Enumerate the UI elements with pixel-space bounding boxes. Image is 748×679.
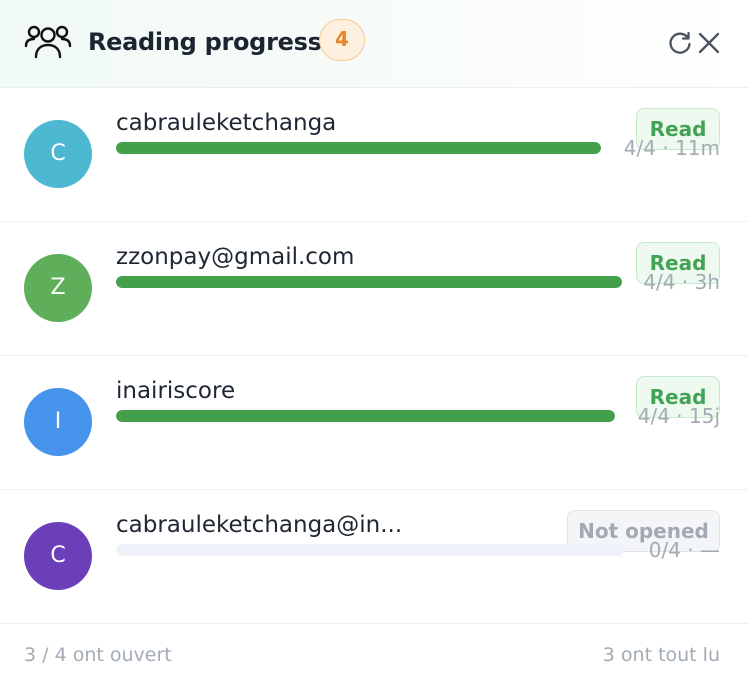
reader-row[interactable]: Iinairiscore Read 4/4 · 15j	[0, 355, 748, 490]
progress-bar	[116, 544, 624, 556]
reader-row[interactable]: Ccabrauleketchanga@in... Not opened 0/4 · …	[0, 489, 748, 623]
progress-bar	[116, 410, 615, 422]
refresh-button[interactable]	[667, 30, 693, 56]
avatar: I	[24, 388, 92, 456]
progress-bar-fill	[116, 276, 622, 288]
users-group-icon	[24, 22, 72, 62]
panel-title: Reading progress	[88, 28, 322, 56]
reading-progress-panel: Reading progress 4 Ccabrauleketchanga Rea…	[0, 0, 748, 678]
progress-bar	[116, 276, 622, 288]
reader-name: cabrauleketchanga	[116, 110, 337, 136]
reader-count-badge: 4	[319, 19, 365, 61]
read-all-summary: 3 ont tout lu	[602, 644, 720, 666]
progress-bar-fill	[116, 410, 615, 422]
close-icon	[698, 32, 720, 54]
panel-header: Reading progress 4	[0, 0, 748, 88]
reader-name: inairiscore	[116, 378, 236, 404]
panel-footer: 3 / 4 ont ouvert 3 ont tout lu	[0, 623, 748, 679]
opened-summary: 3 / 4 ont ouvert	[24, 644, 172, 666]
avatar: Z	[24, 254, 92, 322]
progress-meta: 4/4 · 15j	[637, 404, 720, 428]
close-button[interactable]	[696, 30, 722, 56]
reader-row[interactable]: Ccabrauleketchanga Read 4/4 · 11m	[0, 87, 748, 222]
avatar: C	[24, 120, 92, 188]
reader-name: cabrauleketchanga@in...	[116, 512, 403, 538]
progress-meta: 4/4 · 3h	[643, 270, 720, 294]
reader-name: zzonpay@gmail.com	[116, 244, 355, 270]
progress-meta: 4/4 · 11m	[623, 136, 720, 160]
progress-bar-fill	[116, 142, 601, 154]
progress-bar	[116, 142, 601, 154]
refresh-icon	[669, 31, 691, 54]
avatar: C	[24, 522, 92, 590]
progress-meta: 0/4 · —	[648, 538, 720, 562]
reader-row[interactable]: Zzzonpay@gmail.com Read 4/4 · 3h	[0, 221, 748, 356]
